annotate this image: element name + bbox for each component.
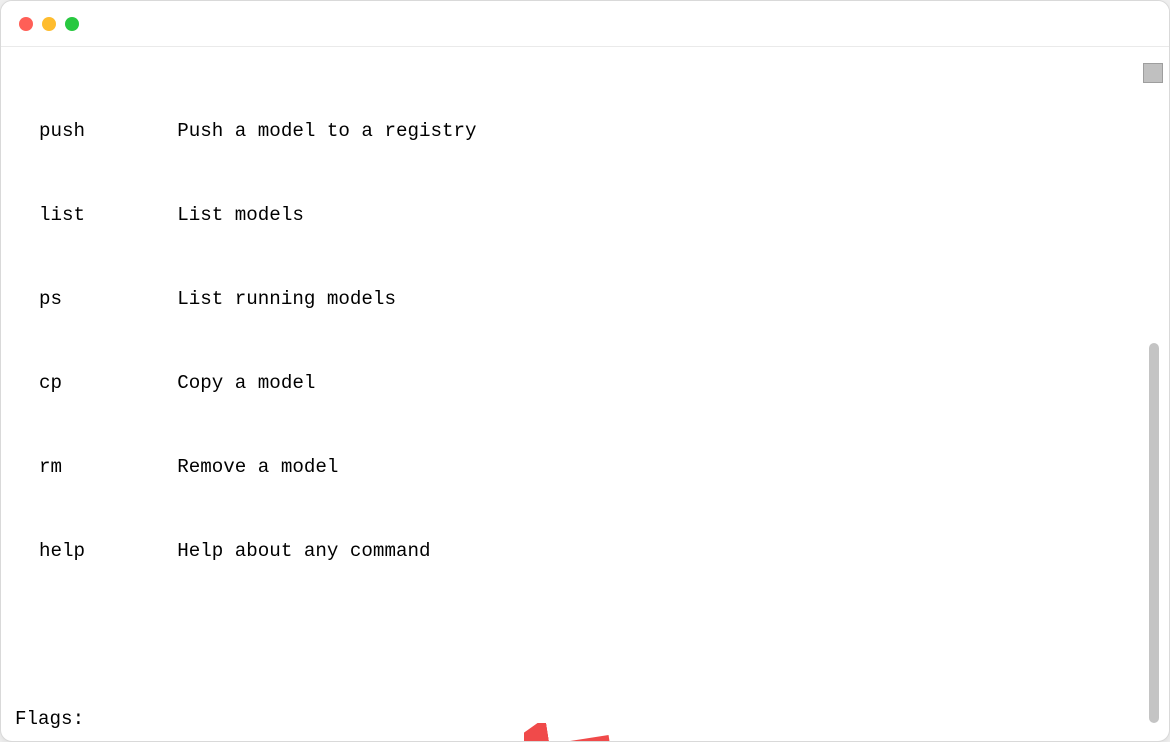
- scrollbar-top-icon[interactable]: [1143, 63, 1163, 83]
- command-desc: Push a model to a registry: [177, 117, 476, 145]
- command-desc: Help about any command: [177, 537, 430, 565]
- scrollbar-thumb[interactable]: [1149, 343, 1159, 723]
- command-row: rm Remove a model: [15, 453, 1157, 481]
- close-button[interactable]: [19, 17, 33, 31]
- blank-line: [15, 621, 1157, 649]
- arrow-annotation-icon: [455, 695, 545, 735]
- command-row: push Push a model to a registry: [15, 117, 1157, 145]
- terminal-body[interactable]: push Push a model to a registry list Lis…: [1, 47, 1169, 742]
- command-row: help Help about any command: [15, 537, 1157, 565]
- command-name: list: [39, 201, 85, 229]
- command-desc: Copy a model: [177, 369, 315, 397]
- command-desc: List models: [177, 201, 304, 229]
- command-desc: Remove a model: [177, 453, 338, 481]
- terminal-window: push Push a model to a registry list Lis…: [0, 0, 1170, 742]
- titlebar[interactable]: [1, 1, 1169, 47]
- traffic-lights: [19, 17, 79, 31]
- minimize-button[interactable]: [42, 17, 56, 31]
- command-name: ps: [39, 285, 62, 313]
- command-desc: List running models: [177, 285, 396, 313]
- command-row: list List models: [15, 201, 1157, 229]
- command-name: push: [39, 117, 85, 145]
- command-name: cp: [39, 369, 62, 397]
- command-name: help: [39, 537, 85, 565]
- command-row: ps List running models: [15, 285, 1157, 313]
- command-row: cp Copy a model: [15, 369, 1157, 397]
- maximize-button[interactable]: [65, 17, 79, 31]
- scrollbar[interactable]: [1146, 63, 1163, 723]
- command-name: rm: [39, 453, 62, 481]
